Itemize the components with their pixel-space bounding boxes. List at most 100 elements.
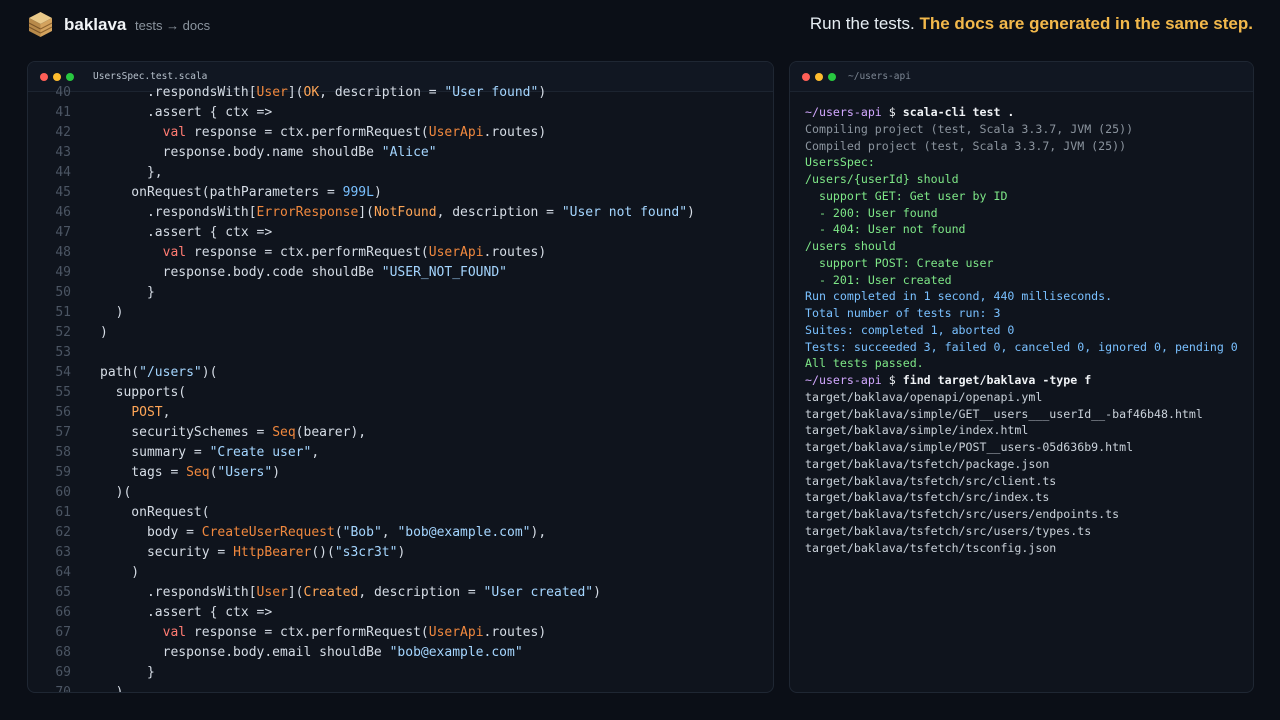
code-line: 44 }, [28, 163, 773, 183]
line-number: 41 [55, 105, 71, 120]
code-area[interactable]: 40 .respondsWith[User](OK, description =… [28, 83, 773, 693]
code-text: .respondsWith[User](Created, description… [100, 585, 601, 600]
code-line: 69 } [28, 663, 773, 683]
terminal-prompt-line: ~/users-api $ find target/baklava -type … [805, 372, 1238, 389]
line-number: 40 [55, 85, 71, 100]
maximize-dot-icon[interactable] [828, 73, 836, 81]
code-text: response.body.email shouldBe "bob@exampl… [100, 645, 523, 660]
line-number: 67 [55, 625, 71, 640]
terminal-output-line: Suites: completed 1, aborted 0 [805, 322, 1015, 337]
terminal-output-line: UsersSpec: [805, 155, 875, 170]
line-number: 69 [55, 665, 71, 680]
line-number: 60 [55, 485, 71, 500]
prompt-path: ~/users-api [805, 373, 882, 387]
line-number: 45 [55, 185, 71, 200]
code-line: 41 .assert { ctx => [28, 103, 773, 123]
code-text: body = CreateUserRequest("Bob", "bob@exa… [100, 525, 547, 540]
terminal-output-line: - 404: User not found [805, 222, 966, 237]
code-text: onRequest( [100, 505, 210, 520]
terminal-output-line: Total number of tests run: 3 [805, 306, 1001, 320]
terminal-output-line: target/baklava/simple/index.html [805, 423, 1029, 438]
terminal-output-line: target/baklava/tsfetch/src/client.ts [805, 473, 1057, 488]
prompt-symbol: $ [881, 373, 903, 387]
code-text: response.body.name shouldBe "Alice" [100, 145, 437, 160]
code-text: ) [100, 305, 124, 320]
tagline: Run the tests. The docs are generated in… [810, 14, 1253, 34]
code-text: tags = Seq("Users") [100, 465, 281, 480]
line-number: 68 [55, 645, 71, 660]
code-text: )( [100, 485, 132, 500]
terminal-output-line: support POST: Create user [805, 255, 994, 270]
baklava-logo-icon [28, 12, 53, 37]
terminal-window: ~/users-api ~/users-api $ scala-cli test… [789, 61, 1254, 693]
header: baklava tests → docs Run the tests. The … [0, 0, 1280, 52]
code-line: 66 .assert { ctx => [28, 603, 773, 623]
code-line: 51 ) [28, 303, 773, 323]
code-text: .assert { ctx => [100, 225, 273, 240]
command-text: find target/baklava -type f [902, 373, 1092, 387]
terminal-output[interactable]: ~/users-api $ scala-cli test . Compiling … [805, 104, 1238, 556]
line-number: 64 [55, 565, 71, 580]
code-text: supports( [100, 385, 187, 400]
tagline-highlight: The docs are generated in the same step. [919, 14, 1253, 33]
line-number: 53 [55, 345, 71, 360]
terminal-output-line: target/baklava/tsfetch/tsconfig.json [805, 540, 1057, 555]
code-text: }, [100, 165, 163, 180]
code-text: val response = ctx.performRequest(UserAp… [162, 245, 547, 260]
window-controls [802, 73, 836, 81]
code-line: 55 supports( [28, 383, 773, 403]
terminal-output-line: support GET: Get user by ID [805, 188, 1008, 203]
code-line: 42 val response = ctx.performRequest(Use… [28, 123, 773, 143]
code-text: .assert { ctx => [100, 605, 273, 620]
code-line: 47 .assert { ctx => [28, 223, 773, 243]
terminal-output-line: target/baklava/tsfetch/package.json [805, 456, 1050, 471]
terminal-output-line: Run completed in 1 second, 440 milliseco… [805, 289, 1113, 304]
close-dot-icon[interactable] [40, 73, 48, 81]
line-number: 43 [55, 145, 71, 160]
line-number: 59 [55, 465, 71, 480]
code-text: ) [100, 565, 140, 580]
code-line: 59 tags = Seq("Users") [28, 463, 773, 483]
code-text: security = HttpBearer()("s3cr3t") [100, 545, 406, 560]
terminal-output-line: Compiled project (test, Scala 3.3.7, JVM… [805, 138, 1127, 153]
line-number: 48 [55, 245, 71, 260]
code-line: 46 .respondsWith[ErrorResponse](NotFound… [28, 203, 773, 223]
close-dot-icon[interactable] [802, 73, 810, 81]
terminal-title: ~/users-api [848, 71, 911, 82]
terminal-output-line: target/baklava/openapi/openapi.yml [805, 389, 1043, 404]
code-text: .respondsWith[User](OK, description = "U… [100, 85, 547, 100]
line-number: 58 [55, 445, 71, 460]
terminal-prompt-line: ~/users-api $ scala-cli test . [805, 104, 1238, 121]
prompt-symbol: $ [881, 105, 903, 119]
code-line: 52) [28, 323, 773, 343]
minimize-dot-icon[interactable] [53, 73, 61, 81]
code-line: 60 )( [28, 483, 773, 503]
terminal-output-line: All tests passed. [805, 356, 924, 371]
editor-filename: UsersSpec.test.scala [93, 71, 208, 82]
code-text: ) [100, 685, 124, 693]
code-text: response.body.code shouldBe "USER_NOT_FO… [100, 265, 507, 280]
terminal-output-line: target/baklava/simple/POST__users-05d636… [805, 440, 1134, 454]
terminal-output-line: Compiling project (test, Scala 3.3.7, JV… [805, 121, 1134, 136]
code-line: 70 ) [28, 683, 773, 693]
brand-name[interactable]: baklava [64, 15, 126, 35]
line-number: 46 [55, 205, 71, 220]
line-number: 65 [55, 585, 71, 600]
editor-window: UsersSpec.test.scala 40 .respondsWith[Us… [27, 61, 774, 693]
terminal-output-line: Tests: succeeded 3, failed 0, canceled 0… [805, 339, 1238, 354]
command-text: scala-cli test . [902, 105, 1015, 119]
maximize-dot-icon[interactable] [66, 73, 74, 81]
line-number: 47 [55, 225, 71, 240]
line-number: 63 [55, 545, 71, 560]
minimize-dot-icon[interactable] [815, 73, 823, 81]
code-line: 45 onRequest(pathParameters = 999L) [28, 183, 773, 203]
line-number: 54 [55, 365, 71, 380]
code-line: 68 response.body.email shouldBe "bob@exa… [28, 643, 773, 663]
line-number: 50 [55, 285, 71, 300]
code-line: 58 summary = "Create user", [28, 443, 773, 463]
code-text: .assert { ctx => [100, 105, 273, 120]
terminal-output-line: target/baklava/simple/GET__users___userI… [805, 406, 1203, 421]
line-number: 57 [55, 425, 71, 440]
code-line: 53 [28, 343, 773, 363]
line-number: 55 [55, 385, 71, 400]
